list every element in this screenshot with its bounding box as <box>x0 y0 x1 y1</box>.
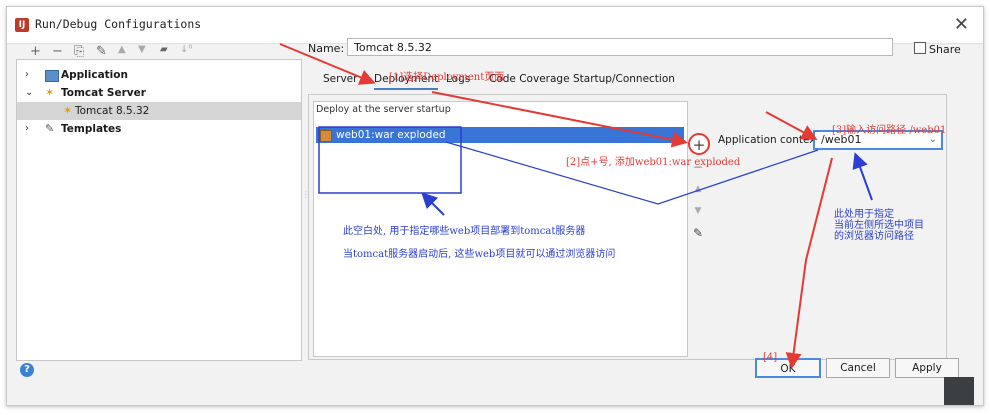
annotation-overlay <box>279 43 873 369</box>
arrow-step4 <box>785 157 833 369</box>
annotation-step4: [4] <box>763 352 778 363</box>
annotation-context-line2: 当前左侧所选中项目 <box>834 220 924 231</box>
link-line <box>445 141 819 205</box>
annotation-deploy-note-2: 当tomcat服务器启动后, 这些web项目就可以通过浏览器访问 <box>343 249 616 260</box>
arrow-deploy-note <box>421 192 445 216</box>
annotation-context-line1: 此处用于指定 <box>834 209 894 220</box>
arrow-context-note <box>852 152 873 201</box>
annotation-step2: [2]点+号, 添加web01:war exploded <box>566 157 741 168</box>
annotation-step1: [1]选择Deployment页面 <box>389 72 505 83</box>
annotation-context-note: 此处用于指定 当前左侧所选中项目 的浏览器访问路径 <box>834 209 924 242</box>
arrow-step2 <box>431 91 688 148</box>
arrow-step1 <box>279 43 376 85</box>
annotation-step3: [3]输入访问路径 /web01 <box>832 125 947 136</box>
annotation-context-line3: 的浏览器访问路径 <box>834 231 914 242</box>
arrow-step3 <box>765 111 818 140</box>
deploy-highlight-box <box>318 126 462 194</box>
annotation-deploy-note-1: 此空白处, 用于指定哪些web项目部署到tomcat服务器 <box>343 226 586 237</box>
